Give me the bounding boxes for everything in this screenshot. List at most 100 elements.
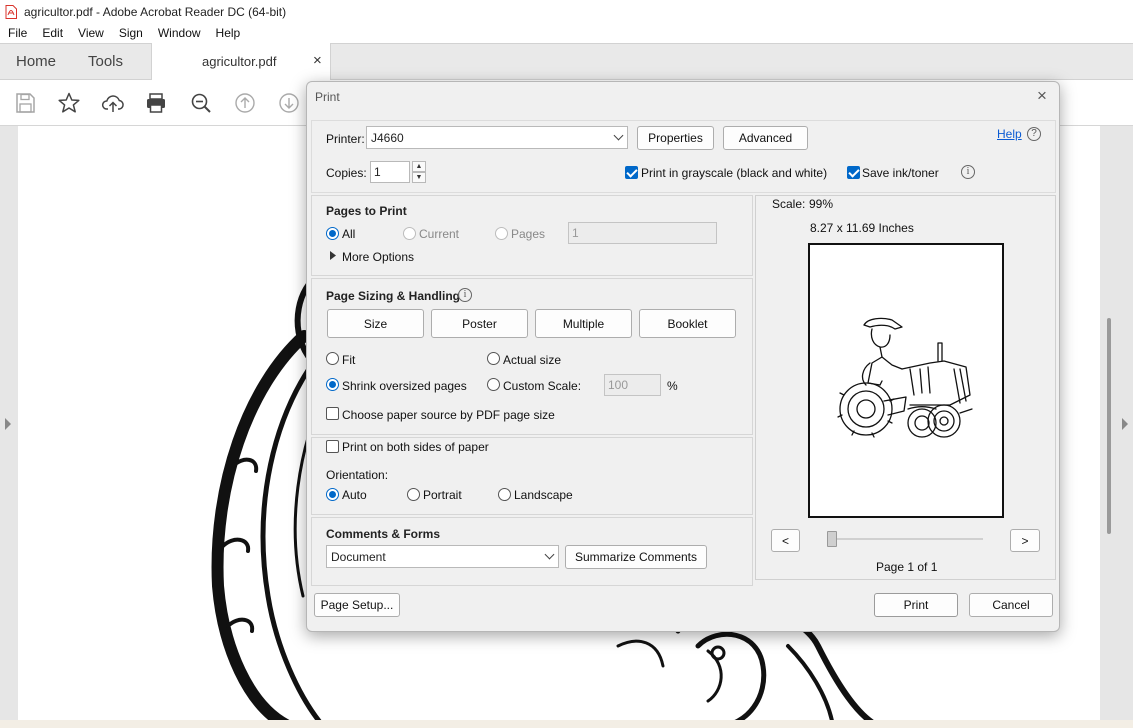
pages-range-radio[interactable] <box>495 227 508 240</box>
poster-button[interactable]: Poster <box>431 309 528 338</box>
decrement-icon[interactable]: ▼ <box>412 172 426 183</box>
increment-icon[interactable]: ▲ <box>412 161 426 172</box>
shrink-label: Shrink oversized pages <box>342 379 467 393</box>
next-page-button[interactable]: > <box>1010 529 1040 552</box>
paper-dimensions: 8.27 x 11.69 Inches <box>810 221 914 235</box>
orientation-auto-radio[interactable] <box>326 488 339 501</box>
menu-file[interactable]: File <box>8 26 27 40</box>
pages-current-radio[interactable] <box>403 227 416 240</box>
shrink-radio[interactable] <box>326 378 339 391</box>
fit-label: Fit <box>342 353 356 367</box>
scale-value: 99% <box>809 197 834 211</box>
custom-scale-radio[interactable] <box>487 378 500 391</box>
window-title: agricultor.pdf - Adobe Acrobat Reader DC… <box>24 4 287 19</box>
vertical-scrollbar[interactable] <box>1107 318 1111 534</box>
save-icon[interactable] <box>13 91 37 115</box>
page-up-icon[interactable] <box>233 91 257 115</box>
info-icon[interactable]: i <box>961 165 975 179</box>
chevron-down-icon <box>544 549 555 560</box>
orientation-label: Orientation: <box>326 468 389 482</box>
preview-page <box>808 243 1004 518</box>
comments-forms-title: Comments & Forms <box>326 527 441 541</box>
properties-button[interactable]: Properties <box>637 126 714 150</box>
menu-window[interactable]: Window <box>158 26 201 40</box>
grayscale-checkbox[interactable] <box>625 166 638 179</box>
pages-to-print-title: Pages to Print <box>326 204 407 218</box>
tab-document[interactable]: agricultor.pdf × <box>151 43 331 81</box>
cancel-button[interactable]: Cancel <box>969 593 1053 617</box>
save-ink-checkbox[interactable] <box>847 166 860 179</box>
info-icon[interactable]: i <box>458 288 472 302</box>
copies-input[interactable]: 1 <box>370 161 410 183</box>
page-sizing-title: Page Sizing & Handling <box>326 289 461 303</box>
previous-page-button[interactable]: < <box>771 529 800 552</box>
custom-scale-label: Custom Scale: <box>503 379 582 393</box>
help-icon[interactable]: ? <box>1027 127 1041 141</box>
dialog-title: Print <box>315 90 340 104</box>
tab-bar: Home Tools agricultor.pdf × <box>0 43 1133 81</box>
custom-scale-input[interactable]: 100 <box>604 374 661 396</box>
preview-slider-thumb[interactable] <box>827 531 837 547</box>
printer-select-value: J4660 <box>371 130 404 145</box>
close-tab-icon[interactable]: × <box>313 52 322 69</box>
page-indicator: Page 1 of 1 <box>876 560 938 574</box>
comments-forms-select-value: Document <box>331 549 386 564</box>
copies-stepper[interactable]: ▲ ▼ <box>412 161 426 183</box>
tab-tools[interactable]: Tools <box>88 53 123 70</box>
expand-triangle-icon[interactable] <box>330 251 337 260</box>
orientation-landscape-label: Landscape <box>514 488 573 502</box>
more-options-toggle[interactable]: More Options <box>342 250 414 264</box>
page-setup-button[interactable]: Page Setup... <box>314 593 400 617</box>
comments-forms-select[interactable]: Document <box>326 545 559 568</box>
both-sides-checkbox[interactable] <box>326 440 339 453</box>
preview-slider-track[interactable] <box>829 538 983 540</box>
multiple-button[interactable]: Multiple <box>535 309 632 338</box>
paper-source-label: Choose paper source by PDF page size <box>342 408 555 422</box>
advanced-button[interactable]: Advanced <box>723 126 808 150</box>
close-icon[interactable]: × <box>1037 86 1047 106</box>
status-bar <box>0 720 1133 728</box>
zoom-out-icon[interactable] <box>189 91 213 115</box>
right-panel-toggle-icon[interactable] <box>1122 418 1128 430</box>
pages-range-label: Pages <box>511 227 546 241</box>
menu-sign[interactable]: Sign <box>119 26 143 40</box>
print-icon[interactable] <box>144 91 168 115</box>
chevron-down-icon <box>613 130 624 141</box>
orientation-landscape-radio[interactable] <box>498 488 511 501</box>
actual-size-radio[interactable] <box>487 352 500 365</box>
grayscale-label: Print in grayscale (black and white) <box>641 166 828 180</box>
size-button[interactable]: Size <box>327 309 424 338</box>
menu-edit[interactable]: Edit <box>42 26 63 40</box>
fit-radio[interactable] <box>326 352 339 365</box>
tractor-thumbnail <box>837 317 973 438</box>
tab-home[interactable]: Home <box>16 53 56 70</box>
cloud-upload-icon[interactable] <box>101 91 125 115</box>
booklet-button[interactable]: Booklet <box>639 309 736 338</box>
save-ink-label: Save ink/toner <box>862 166 939 180</box>
orientation-auto-label: Auto <box>342 488 367 502</box>
orientation-portrait-label: Portrait <box>423 488 462 502</box>
pages-all-label: All <box>342 227 356 241</box>
orientation-portrait-radio[interactable] <box>407 488 420 501</box>
printer-label: Printer: <box>326 132 365 146</box>
help-link[interactable]: Help <box>997 127 1022 141</box>
pages-range-input[interactable]: 1 <box>568 222 717 244</box>
menu-view[interactable]: View <box>78 26 104 40</box>
scale-label: Scale: <box>772 197 806 211</box>
title-bar: agricultor.pdf - Adobe Acrobat Reader DC… <box>0 0 1133 23</box>
percent-label: % <box>667 379 678 393</box>
pages-all-radio[interactable] <box>326 227 339 240</box>
pages-current-label: Current <box>419 227 460 241</box>
star-icon[interactable] <box>57 91 81 115</box>
left-panel-toggle-icon[interactable] <box>5 418 11 430</box>
summarize-comments-button[interactable]: Summarize Comments <box>565 545 707 569</box>
print-dialog: Print × Printer: J4660 Properties Advanc… <box>306 81 1060 632</box>
printer-select[interactable]: J4660 <box>366 126 628 149</box>
page-down-icon[interactable] <box>277 91 301 115</box>
menu-bar: File Edit View Sign Window Help <box>0 23 1133 43</box>
copies-label: Copies: <box>326 166 367 180</box>
pdf-file-icon <box>5 4 17 19</box>
print-button[interactable]: Print <box>874 593 958 617</box>
menu-help[interactable]: Help <box>216 26 241 40</box>
paper-source-checkbox[interactable] <box>326 407 339 420</box>
